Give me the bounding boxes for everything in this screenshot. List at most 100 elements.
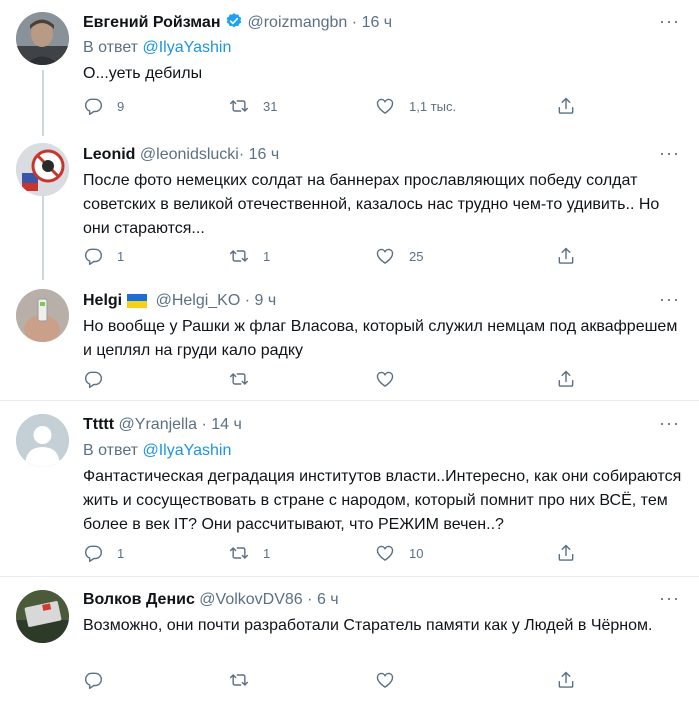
tweet[interactable]: Евгений Ройзман @roizmangbn · 16 ч ··· В … [0,0,699,136]
tweet-actions [83,367,603,391]
like-button[interactable] [375,668,409,692]
like-button[interactable]: 10 [375,541,423,565]
author-handle[interactable]: @VolkovDV86 [199,591,302,608]
more-icon[interactable]: ··· [659,589,679,613]
share-icon [558,544,574,561]
retweet-count: 1 [263,545,271,561]
avatar[interactable] [16,12,69,65]
reply-thread-feed: Евгений Ройзман @roizmangbn · 16 ч ··· В … [0,0,699,705]
reply-to-link[interactable]: @IlyaYashin [142,39,231,56]
reply-to-link[interactable]: @IlyaYashin [142,442,231,459]
like-button[interactable]: 25 [375,244,423,268]
share-button[interactable] [556,94,576,118]
more-icon[interactable]: ··· [659,12,679,36]
author-name[interactable]: Евгений Ройзман [83,14,220,31]
author-handle[interactable]: @roizmangbn [247,14,347,31]
author-name[interactable]: Ttttt [83,416,114,433]
author-name[interactable]: Leonid [83,146,135,163]
share-button[interactable] [556,541,576,565]
share-icon [558,370,574,387]
avatar[interactable] [16,289,69,342]
timestamp[interactable]: 16 ч [249,146,280,163]
share-button[interactable] [556,367,576,391]
tweet-actions [83,668,603,692]
retweet-button[interactable] [229,668,263,692]
tweet-text: Фантастическая деградация институтов вла… [83,468,686,533]
tweet-header: Евгений Ройзман @roizmangbn · 16 ч [83,12,651,34]
tweet-actions: 9 31 1,1 тыс. [83,94,603,118]
tweet-header: Helgi @Helgi_KO · 9 ч [83,290,651,312]
reply-count: 1 [117,248,125,264]
tweet-text: Но вообще у Рашки ж флаг Власова, которы… [83,318,682,359]
timestamp[interactable]: 9 ч [255,292,277,309]
more-icon[interactable]: ··· [659,144,679,168]
avatar[interactable] [16,590,69,643]
timestamp[interactable]: 16 ч [362,14,393,31]
tweet-header: Leonid @leonidslucki· 16 ч [83,144,651,166]
heart-icon [376,248,394,264]
tweet-text: Возможно, они почти разработали Старател… [83,617,653,634]
retweet-count: 1 [263,248,271,264]
retweet-count: 31 [263,98,278,114]
separator-dot: · [307,591,313,608]
tweet[interactable]: Ttttt @Yranjella · 14 ч ··· В ответ @Ily… [0,401,699,575]
avatar[interactable] [16,414,69,467]
verified-badge-icon [225,12,243,34]
retweet-button[interactable]: 1 [229,541,270,565]
retweet-button[interactable]: 31 [229,94,277,118]
reply-button[interactable] [83,367,117,391]
tweet-text: После фото немецких солдат на баннерах п… [83,172,664,237]
author-handle[interactable]: @Helgi_KO [156,292,241,309]
avatar[interactable] [16,143,69,196]
reply-icon [84,248,103,266]
timestamp[interactable]: 6 ч [317,591,339,608]
retweet-icon [229,250,249,262]
share-button[interactable] [556,668,576,692]
reply-icon [84,98,103,116]
author-name[interactable]: Волков Денис [83,591,195,608]
reply-button[interactable]: 1 [83,244,124,268]
reply-icon [84,545,103,563]
retweet-icon [229,100,249,112]
retweet-button[interactable] [229,367,263,391]
retweet-icon [229,547,249,559]
ukraine-flag-icon [127,293,148,312]
author-handle[interactable]: @leonidslucki [140,146,239,163]
reply-to-line: В ответ @IlyaYashin [83,37,231,59]
heart-icon [376,98,394,114]
reply-button[interactable]: 1 [83,541,124,565]
tweet-text: О...уеть дебилы [83,65,203,82]
timestamp[interactable]: 14 ч [211,416,242,433]
tweet-header: Ttttt @Yranjella · 14 ч [83,414,651,436]
retweet-icon [229,373,249,385]
reply-count: 9 [117,98,125,114]
reply-button[interactable]: 9 [83,94,124,118]
like-count: 1,1 тыс. [409,98,457,114]
tweet-header: Волков Денис @VolkovDV86 · 6 ч [83,589,651,611]
separator-dot: · [244,292,251,309]
share-button[interactable] [556,244,576,268]
separator-dot: · [238,146,245,163]
reply-button[interactable] [83,668,117,692]
reply-count: 1 [117,545,125,561]
more-icon[interactable]: ··· [659,290,679,314]
tweet[interactable]: Leonid @leonidslucki· 16 ч ··· После фот… [0,136,699,281]
author-handle[interactable]: @Yranjella [119,416,198,433]
like-count: 10 [409,545,424,561]
tweet[interactable]: Волков Денис @VolkovDV86 · 6 ч ··· Возмо… [0,577,699,705]
like-button[interactable] [375,367,409,391]
share-icon [558,97,574,114]
retweet-button[interactable]: 1 [229,244,270,268]
tweet[interactable]: Helgi @Helgi_KO · 9 ч ··· Но вообще у Ра… [0,281,699,399]
like-button[interactable]: 1,1 тыс. [375,94,456,118]
more-icon[interactable]: ··· [659,414,679,438]
like-count: 25 [409,248,424,264]
reply-to-line: В ответ @IlyaYashin [83,440,231,462]
author-name[interactable]: Helgi [83,292,122,309]
reply-icon [84,672,103,690]
reply-prefix: В ответ [83,39,139,56]
retweet-icon [229,674,249,686]
heart-icon [376,672,394,688]
heart-icon [376,545,394,561]
separator-dot: · [201,416,207,433]
